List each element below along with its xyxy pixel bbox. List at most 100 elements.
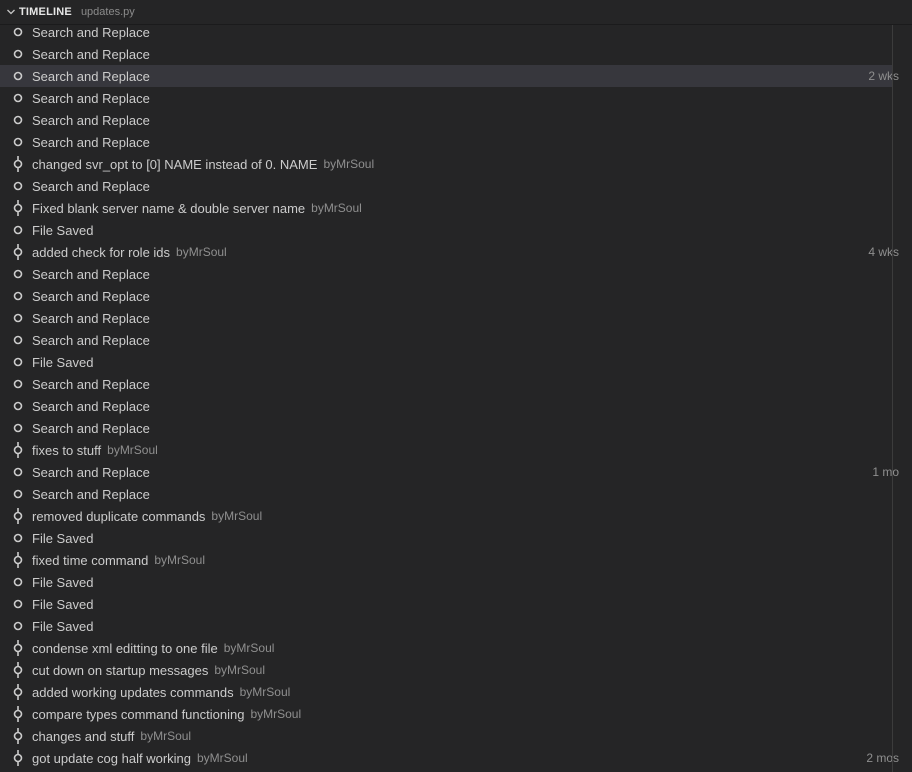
timeline-item-label: cut down on startup messages bbox=[32, 662, 209, 678]
timeline-item[interactable]: changed svr_opt to [0] NAME instead of 0… bbox=[0, 153, 892, 175]
timeline-item[interactable]: cut down on startup messages byMrSoul bbox=[0, 659, 892, 681]
timeline-item[interactable]: Search and Replace bbox=[0, 175, 892, 197]
git-commit-icon bbox=[11, 703, 25, 725]
timeline-panel: TIMELINE updates.py Search and Replace Se… bbox=[0, 0, 912, 772]
local-history-icon bbox=[11, 417, 25, 439]
local-history-icon bbox=[11, 175, 25, 197]
timeline-item[interactable]: Search and Replace bbox=[0, 87, 892, 109]
git-commit-icon bbox=[11, 197, 25, 219]
timeline-item-author: byMrSoul bbox=[323, 157, 375, 171]
local-history-icon bbox=[11, 351, 25, 373]
timeline-item[interactable]: Search and Replace bbox=[0, 373, 892, 395]
timeline-item[interactable]: Search and Replace bbox=[0, 285, 892, 307]
local-history-icon bbox=[11, 219, 25, 241]
timeline-item-label: Search and Replace bbox=[32, 178, 150, 194]
timeline-item-label: Search and Replace bbox=[32, 486, 150, 502]
timeline-item[interactable]: Search and Replace bbox=[0, 329, 892, 351]
git-commit-icon bbox=[11, 637, 25, 659]
git-commit-icon bbox=[11, 725, 25, 747]
local-history-icon bbox=[11, 21, 25, 43]
local-history-icon bbox=[11, 65, 25, 87]
timeline-item-author: byMrSoul bbox=[211, 509, 263, 523]
timeline-item[interactable]: Search and Replace bbox=[0, 109, 892, 131]
local-history-icon bbox=[11, 131, 25, 153]
timeline-item[interactable]: condense xml editting to one file byMrSou… bbox=[0, 637, 892, 659]
git-commit-icon bbox=[11, 505, 25, 527]
timeline-item[interactable]: added check for role ids byMrSoul 4 wks bbox=[0, 241, 899, 263]
git-commit-icon bbox=[11, 153, 25, 175]
git-commit-icon bbox=[11, 681, 25, 703]
local-history-icon bbox=[11, 43, 25, 65]
timeline-item-author: byMrSoul bbox=[197, 751, 248, 765]
timeline-item-label: Search and Replace bbox=[32, 134, 150, 150]
git-commit-icon bbox=[11, 549, 25, 571]
timeline-item-label: File Saved bbox=[32, 574, 94, 590]
git-commit-icon bbox=[11, 241, 25, 263]
timeline-item[interactable]: Search and Replace 2 wks bbox=[0, 65, 899, 87]
timeline-item[interactable]: File Saved bbox=[0, 219, 892, 241]
timeline-item[interactable]: Search and Replace bbox=[0, 131, 892, 153]
local-history-icon bbox=[11, 461, 25, 483]
timeline-item-label: File Saved bbox=[32, 354, 94, 370]
timeline-item-label: File Saved bbox=[32, 222, 94, 238]
timeline-item[interactable]: Search and Replace bbox=[0, 43, 892, 65]
timeline-item[interactable]: Search and Replace bbox=[0, 395, 892, 417]
scrollbar-track[interactable] bbox=[892, 25, 893, 772]
timeline-item-author: byMrSoul bbox=[311, 201, 362, 215]
timeline-item[interactable]: Search and Replace bbox=[0, 417, 892, 439]
timeline-title: TIMELINE bbox=[19, 6, 72, 18]
timeline-item-label: Search and Replace bbox=[32, 46, 150, 62]
timeline-item[interactable]: Fixed blank server name & double server … bbox=[0, 197, 892, 219]
timeline-item-label: condense xml editting to one file bbox=[32, 640, 218, 656]
timeline-file-name: updates.py bbox=[80, 6, 135, 18]
timeline-item[interactable]: added working updates commands byMrSoul bbox=[0, 681, 892, 703]
local-history-icon bbox=[11, 395, 25, 417]
timeline-item[interactable]: Search and Replace bbox=[0, 307, 892, 329]
timeline-item-label: Search and Replace bbox=[32, 24, 150, 40]
timeline-item-label: Search and Replace bbox=[32, 332, 150, 348]
timeline-item-author: byMrSoul bbox=[140, 729, 192, 743]
timeline-item[interactable]: compare types command functioning byMrSou… bbox=[0, 703, 892, 725]
timeline-item-label: Search and Replace bbox=[32, 464, 150, 480]
local-history-icon bbox=[11, 263, 25, 285]
timeline-list: Search and Replace Search and Replace Sear… bbox=[0, 21, 899, 769]
timeline-item-label: Search and Replace bbox=[32, 266, 150, 282]
timeline-item[interactable]: Search and Replace bbox=[0, 263, 892, 285]
timeline-item-time: 1 mo bbox=[872, 465, 899, 479]
timeline-item-label: fixes to stuff bbox=[32, 442, 102, 458]
local-history-icon bbox=[11, 329, 25, 351]
timeline-item[interactable]: got update cog half working byMrSoul 2 mos bbox=[0, 747, 899, 769]
timeline-item[interactable]: fixes to stuff byMrSoul bbox=[0, 439, 892, 461]
timeline-item[interactable]: changes and stuff byMrSoul bbox=[0, 725, 892, 747]
timeline-item[interactable]: File Saved bbox=[0, 351, 892, 373]
timeline-item-label: Search and Replace bbox=[32, 288, 150, 304]
timeline-item[interactable]: removed duplicate commands byMrSoul bbox=[0, 505, 892, 527]
timeline-item[interactable]: fixed time command byMrSoul bbox=[0, 549, 892, 571]
timeline-item[interactable]: File Saved bbox=[0, 615, 892, 637]
local-history-icon bbox=[11, 615, 25, 637]
timeline-item-author: byMrSoul bbox=[223, 641, 275, 655]
timeline-item[interactable]: Search and Replace bbox=[0, 483, 892, 505]
local-history-icon bbox=[11, 527, 25, 549]
timeline-item[interactable]: File Saved bbox=[0, 571, 892, 593]
timeline-item[interactable]: File Saved bbox=[0, 527, 892, 549]
timeline-item-label: removed duplicate commands bbox=[32, 508, 206, 524]
local-history-icon bbox=[11, 87, 25, 109]
timeline-item[interactable]: Search and Replace 1 mo bbox=[0, 461, 899, 483]
timeline-item-author: byMrSoul bbox=[154, 553, 206, 567]
chevron-down-icon[interactable] bbox=[4, 5, 18, 19]
timeline-item-label: Fixed blank server name & double server … bbox=[32, 200, 306, 216]
timeline-item[interactable]: Search and Replace bbox=[0, 21, 892, 43]
timeline-item-label: File Saved bbox=[32, 530, 94, 546]
timeline-item-label: Search and Replace bbox=[32, 398, 150, 414]
timeline-item-label: got update cog half working bbox=[32, 750, 191, 766]
git-commit-icon bbox=[11, 659, 25, 681]
timeline-item-author: byMrSoul bbox=[214, 663, 266, 677]
timeline-item-time: 2 mos bbox=[866, 751, 899, 765]
timeline-item[interactable]: File Saved bbox=[0, 593, 892, 615]
local-history-icon bbox=[11, 285, 25, 307]
local-history-icon bbox=[11, 307, 25, 329]
timeline-item-label: added check for role ids bbox=[32, 244, 171, 260]
timeline-item-label: Search and Replace bbox=[32, 310, 150, 326]
timeline-item-author: byMrSoul bbox=[107, 443, 158, 457]
